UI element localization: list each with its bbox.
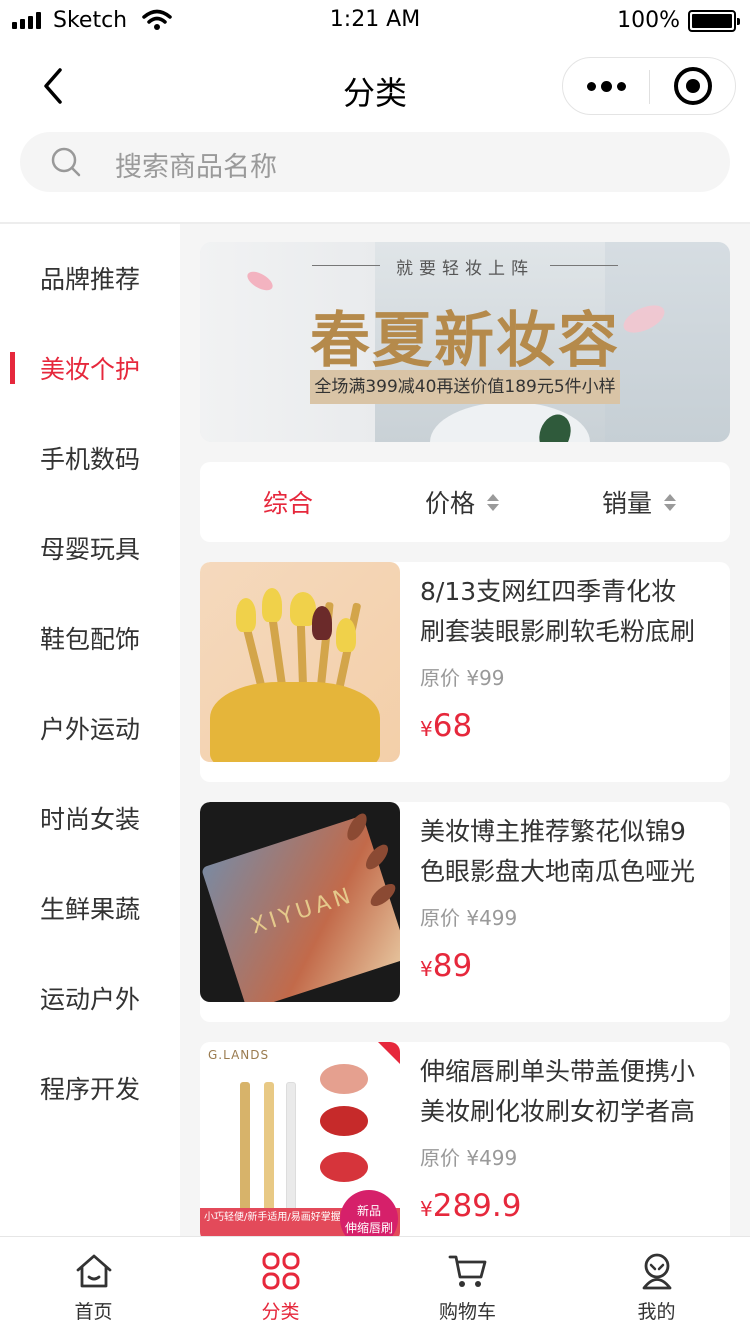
sidebar-item-label: 美妆个护 [39, 355, 140, 384]
home-icon [76, 1254, 112, 1288]
back-button[interactable] [34, 64, 74, 108]
product-card[interactable]: XIYUAN 美妆博主推荐繁花似锦9 色眼影盘大地南瓜色哑光 原价 ¥499 ¥… [200, 802, 730, 1022]
product-name: 伸缩唇刷单头带盖便携小 美妆刷化妆刷女初学者高 [420, 1057, 696, 1126]
banner-kicker: 就要轻妆上阵 [396, 259, 534, 279]
tab-home[interactable]: 首页 [0, 1237, 187, 1334]
bottom-tab-bar: 首页 分类 购物车 我的 [0, 1236, 750, 1334]
banner-promo-text: 全场满399减40再送价值189元5件小样 [310, 370, 620, 404]
search-icon [51, 147, 81, 177]
product-image [200, 562, 400, 762]
banner-title: 春夏新妆容 [310, 306, 620, 376]
tab-category[interactable]: 分类 [187, 1237, 374, 1334]
sidebar-item-dev[interactable]: 程序开发 [0, 1043, 180, 1133]
sort-tab-overall[interactable]: 综合 [263, 462, 313, 542]
sidebar-item-label: 鞋包配饰 [39, 625, 140, 654]
search-placeholder: 搜索商品名称 [115, 152, 277, 183]
tab-label: 首页 [74, 1301, 113, 1323]
new-badge: 新品 伸缩唇刷 [340, 1190, 398, 1236]
sidebar-item-label: 生鲜果蔬 [39, 895, 140, 924]
tab-label: 购物车 [438, 1301, 496, 1323]
sort-tab-label: 销量 [602, 489, 653, 518]
sidebar-item-label: 运动户外 [39, 985, 140, 1014]
target-close-icon [674, 67, 712, 105]
sidebar-item-baby[interactable]: 母婴玩具 [0, 503, 180, 593]
profile-icon [642, 1253, 672, 1290]
more-dots-icon [586, 81, 596, 91]
sidebar-item-digital[interactable]: 手机数码 [0, 413, 180, 503]
status-bar: Sketch 1:21 AM 100% [0, 0, 750, 42]
product-name: 8/13支网红四季青化妆 刷套装眼影刷软毛粉底刷 [420, 577, 696, 646]
sidebar-item-womenswear[interactable]: 时尚女装 [0, 773, 180, 863]
tab-label: 我的 [637, 1301, 676, 1323]
sidebar-item-label: 程序开发 [39, 1075, 140, 1104]
tab-profile[interactable]: 我的 [563, 1237, 750, 1334]
mini-program-capsule [562, 57, 736, 115]
product-image: G.LANDS 小巧轻便/新手适用/易画好掌握 新品 伸缩唇刷 [200, 1042, 400, 1236]
navigation-bar: 分类 [0, 42, 750, 130]
sidebar-item-label: 时尚女装 [39, 805, 140, 834]
sidebar-item-beauty[interactable]: 美妆个护 [0, 323, 180, 413]
sidebar-item-accessories[interactable]: 鞋包配饰 [0, 593, 180, 683]
category-sidebar: 品牌推荐 美妆个护 手机数码 母婴玩具 鞋包配饰 户外运动 时尚女装 生鲜果蔬 … [0, 224, 180, 1236]
sort-arrows-icon [664, 493, 677, 511]
original-price: 原价 ¥499 [420, 906, 518, 930]
sort-arrows-icon [487, 493, 500, 511]
sort-tab-sales[interactable]: 销量 [602, 462, 677, 542]
sidebar-item-label: 手机数码 [39, 445, 140, 474]
sidebar-item-outdoor[interactable]: 户外运动 [0, 683, 180, 773]
original-price: 原价 ¥99 [420, 666, 505, 690]
sort-tab-label: 综合 [263, 489, 314, 518]
sidebar-item-label: 品牌推荐 [39, 265, 140, 294]
product-name: 美妆博主推荐繁花似锦9 色眼影盘大地南瓜色哑光 [420, 817, 696, 886]
search-input[interactable]: 搜索商品名称 [20, 132, 730, 192]
original-price: 原价 ¥499 [420, 1146, 518, 1170]
sort-tab-label: 价格 [425, 489, 476, 518]
sort-bar: 综合 价格 销量 [200, 462, 730, 542]
category-icon [262, 1252, 300, 1290]
close-button[interactable] [650, 58, 736, 114]
chevron-left-icon [44, 68, 62, 104]
product-card[interactable]: G.LANDS 小巧轻便/新手适用/易画好掌握 新品 伸缩唇刷 伸缩唇刷单头带盖… [200, 1042, 730, 1236]
more-button[interactable] [563, 58, 649, 114]
tab-label: 分类 [261, 1301, 300, 1323]
battery-percent: 100% [617, 8, 680, 33]
sidebar-item-label: 母婴玩具 [39, 535, 140, 564]
product-list-panel: 就要轻妆上阵 春夏新妆容 全场满399减40再送价值189元5件小样 综合 价格… [180, 224, 750, 1236]
search-section: 搜索商品名称 [0, 130, 750, 222]
product-card[interactable]: 8/13支网红四季青化妆 刷套装眼影刷软毛粉底刷 原价 ¥99 ¥68 [200, 562, 730, 782]
sidebar-item-brand[interactable]: 品牌推荐 [0, 233, 180, 323]
sale-price: ¥68 [420, 708, 473, 744]
tab-cart[interactable]: 购物车 [374, 1237, 561, 1334]
sidebar-item-sports[interactable]: 运动户外 [0, 953, 180, 1043]
battery-icon [688, 10, 740, 32]
sidebar-item-fresh[interactable]: 生鲜果蔬 [0, 863, 180, 953]
active-indicator [10, 352, 15, 384]
product-image: XIYUAN [200, 802, 400, 1002]
sale-price: ¥89 [420, 948, 473, 984]
sale-price: ¥289.9 [420, 1188, 522, 1224]
sidebar-item-label: 户外运动 [39, 715, 140, 744]
sort-tab-price[interactable]: 价格 [425, 462, 500, 542]
cart-icon [448, 1255, 487, 1287]
promo-banner[interactable]: 就要轻妆上阵 春夏新妆容 全场满399减40再送价值189元5件小样 [200, 242, 730, 442]
